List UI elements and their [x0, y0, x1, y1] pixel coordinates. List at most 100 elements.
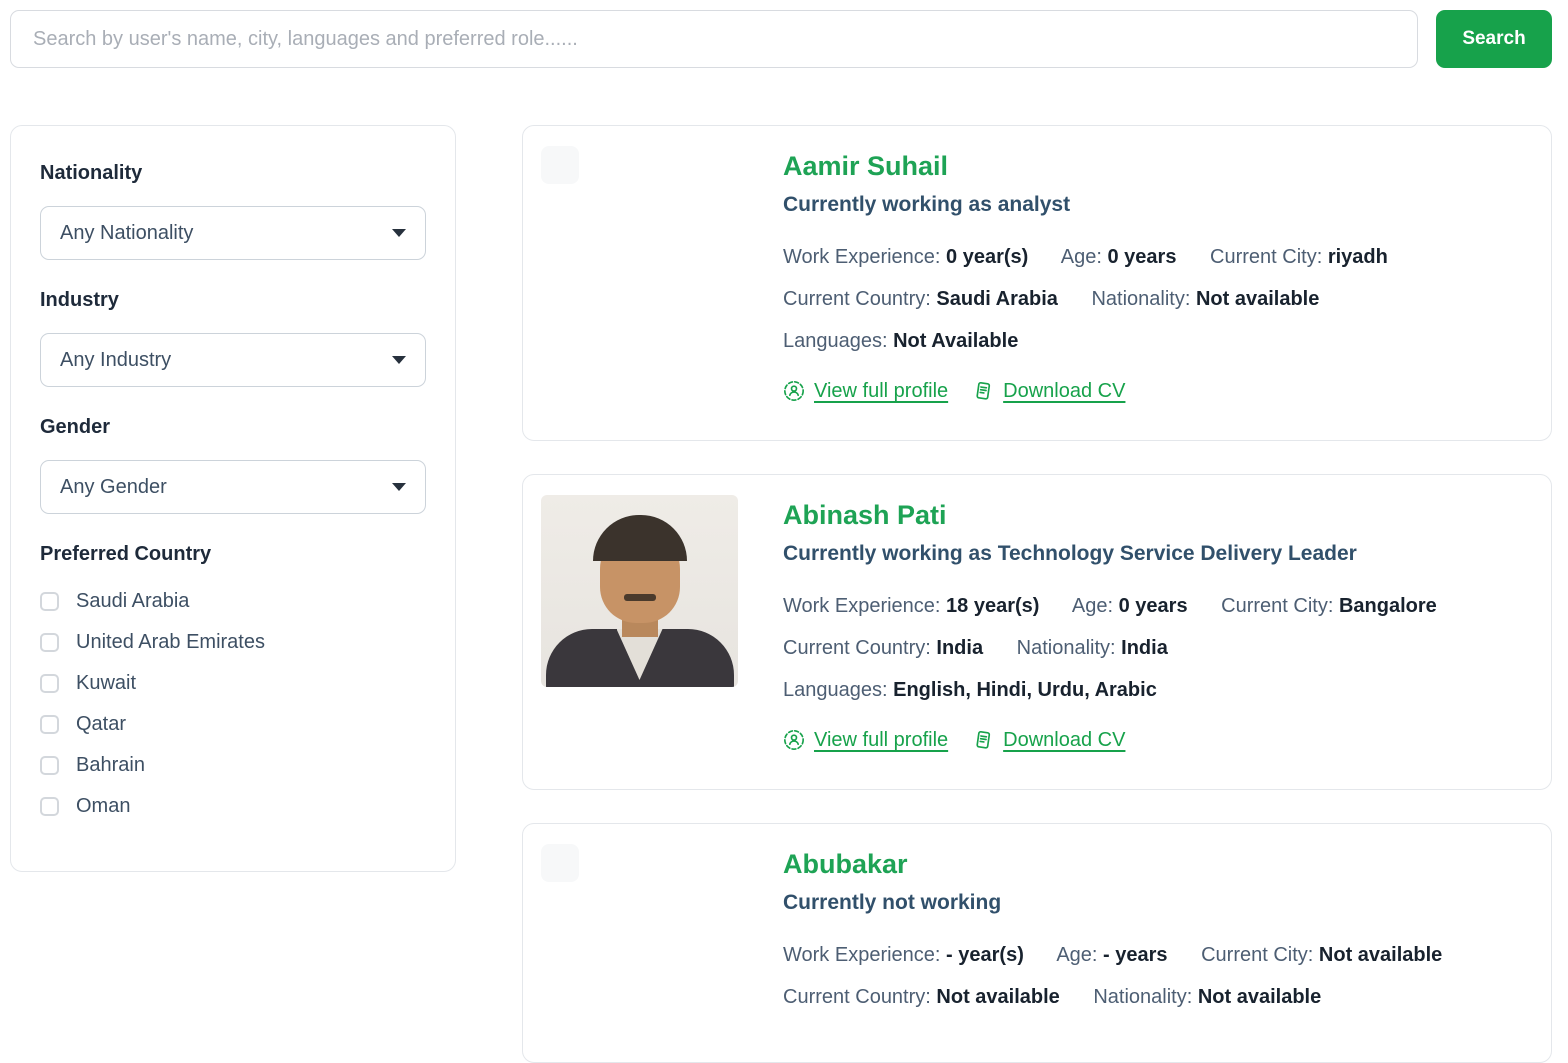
- gender-label: Gender: [40, 416, 426, 439]
- gender-select[interactable]: Any Gender: [40, 460, 426, 514]
- view-full-profile-link[interactable]: View full profile: [783, 729, 948, 752]
- candidate-links: View full profile Download CV: [783, 729, 1533, 752]
- checkbox-icon[interactable]: [40, 674, 59, 693]
- checkbox-option-united-arab-emirates[interactable]: United Arab Emirates: [40, 631, 426, 654]
- download-cv-link[interactable]: Download CV: [972, 729, 1125, 752]
- detail-value: riyadh: [1328, 246, 1388, 268]
- candidate-subtitle: Currently working as Technology Service …: [783, 542, 1533, 566]
- detail-label: Current City:: [1210, 246, 1322, 268]
- candidate-details: Work Experience: - year(s) Age: - years …: [783, 944, 1533, 1009]
- detail-label: Current City:: [1221, 595, 1333, 617]
- candidate-name[interactable]: Abinash Pati: [783, 501, 1533, 531]
- detail-label: Nationality:: [1093, 986, 1192, 1008]
- checkbox-label: Bahrain: [76, 754, 145, 777]
- filter-nationality: Nationality Any Nationality: [40, 162, 426, 260]
- detail-label: Age:: [1056, 944, 1097, 966]
- profile-person-circle-icon: [783, 380, 805, 402]
- search-input[interactable]: [10, 10, 1418, 68]
- detail-label: Languages:: [783, 330, 888, 352]
- industry-select[interactable]: Any Industry: [40, 333, 426, 387]
- detail-label: Work Experience:: [783, 595, 940, 617]
- filter-gender: Gender Any Gender: [40, 416, 426, 514]
- checkbox-icon[interactable]: [40, 633, 59, 652]
- detail-value: Not available: [936, 986, 1059, 1008]
- nationality-select[interactable]: Any Nationality: [40, 206, 426, 260]
- checkbox-label: Kuwait: [76, 672, 136, 695]
- checkbox-icon[interactable]: [40, 592, 59, 611]
- industry-label: Industry: [40, 289, 426, 312]
- detail-value: India: [1121, 637, 1168, 659]
- candidate-details: Work Experience: 18 year(s) Age: 0 years…: [783, 595, 1533, 702]
- candidate-photo: [541, 495, 738, 687]
- checkbox-icon[interactable]: [40, 797, 59, 816]
- candidate-card: Abubakar Currently not working Work Expe…: [522, 823, 1552, 1063]
- candidate-name[interactable]: Abubakar: [783, 850, 1533, 880]
- view-full-profile-link[interactable]: View full profile: [783, 380, 948, 403]
- page-body: Nationality Any Nationality Industry Any…: [0, 125, 1568, 1063]
- gender-selected-value: Any Gender: [60, 476, 167, 499]
- candidate-content: Aamir Suhail Currently working as analys…: [783, 146, 1533, 420]
- candidate-card: Aamir Suhail Currently working as analys…: [522, 125, 1552, 441]
- chevron-down-icon: [392, 483, 406, 491]
- detail-value: English, Hindi, Urdu, Arabic: [893, 679, 1157, 701]
- checkbox-option-bahrain[interactable]: Bahrain: [40, 754, 426, 777]
- avatar-placeholder: [541, 146, 579, 184]
- search-bar: Search: [0, 0, 1568, 68]
- candidate-content: Abubakar Currently not working Work Expe…: [783, 844, 1533, 1042]
- detail-value: Bangalore: [1339, 595, 1437, 617]
- filter-industry: Industry Any Industry: [40, 289, 426, 387]
- detail-label: Languages:: [783, 679, 888, 701]
- detail-label: Age:: [1072, 595, 1113, 617]
- checkbox-option-saudi-arabia[interactable]: Saudi Arabia: [40, 590, 426, 613]
- candidate-subtitle: Currently working as analyst: [783, 193, 1533, 217]
- candidate-subtitle: Currently not working: [783, 891, 1533, 915]
- detail-label: Nationality:: [1091, 288, 1190, 310]
- candidate-content: Abinash Pati Currently working as Techno…: [783, 495, 1533, 769]
- document-icon: [972, 729, 994, 751]
- detail-value: Not available: [1198, 986, 1321, 1008]
- detail-value: India: [936, 637, 983, 659]
- detail-value: 0 years: [1108, 246, 1177, 268]
- checkbox-icon[interactable]: [40, 715, 59, 734]
- checkbox-icon[interactable]: [40, 756, 59, 775]
- candidate-details: Work Experience: 0 year(s) Age: 0 years …: [783, 246, 1533, 353]
- checkbox-option-qatar[interactable]: Qatar: [40, 713, 426, 736]
- detail-value: - years: [1103, 944, 1168, 966]
- detail-value: 18 year(s): [946, 595, 1039, 617]
- filter-preferred-country: Preferred Country Saudi Arabia United Ar…: [40, 543, 426, 818]
- detail-label: Work Experience:: [783, 246, 940, 268]
- detail-value: Not Available: [893, 330, 1018, 352]
- detail-label: Current Country:: [783, 986, 931, 1008]
- nationality-selected-value: Any Nationality: [60, 222, 193, 245]
- detail-label: Current City:: [1201, 944, 1313, 966]
- chevron-down-icon: [392, 229, 406, 237]
- candidate-name[interactable]: Aamir Suhail: [783, 152, 1533, 182]
- detail-value: Saudi Arabia: [936, 288, 1058, 310]
- checkbox-label: Oman: [76, 795, 130, 818]
- detail-label: Work Experience:: [783, 944, 940, 966]
- industry-selected-value: Any Industry: [60, 349, 171, 372]
- results-list: Aamir Suhail Currently working as analys…: [522, 125, 1552, 1063]
- checkbox-label: Qatar: [76, 713, 126, 736]
- detail-label: Current Country:: [783, 637, 931, 659]
- checkbox-option-kuwait[interactable]: Kuwait: [40, 672, 426, 695]
- checkbox-label: Saudi Arabia: [76, 590, 189, 613]
- chevron-down-icon: [392, 356, 406, 364]
- filters-panel: Nationality Any Nationality Industry Any…: [10, 125, 456, 872]
- search-button[interactable]: Search: [1436, 10, 1552, 68]
- candidate-card: Abinash Pati Currently working as Techno…: [522, 474, 1552, 790]
- detail-value: Not available: [1196, 288, 1319, 310]
- nationality-label: Nationality: [40, 162, 426, 185]
- avatar-placeholder: [541, 844, 579, 882]
- detail-label: Age:: [1061, 246, 1102, 268]
- detail-label: Nationality:: [1017, 637, 1116, 659]
- detail-value: - year(s): [946, 944, 1024, 966]
- detail-label: Current Country:: [783, 288, 931, 310]
- detail-value: 0 years: [1119, 595, 1188, 617]
- candidate-media: [541, 146, 783, 420]
- download-cv-link[interactable]: Download CV: [972, 380, 1125, 403]
- preferred-country-label: Preferred Country: [40, 543, 426, 566]
- detail-value: 0 year(s): [946, 246, 1028, 268]
- detail-value: Not available: [1319, 944, 1442, 966]
- checkbox-option-oman[interactable]: Oman: [40, 795, 426, 818]
